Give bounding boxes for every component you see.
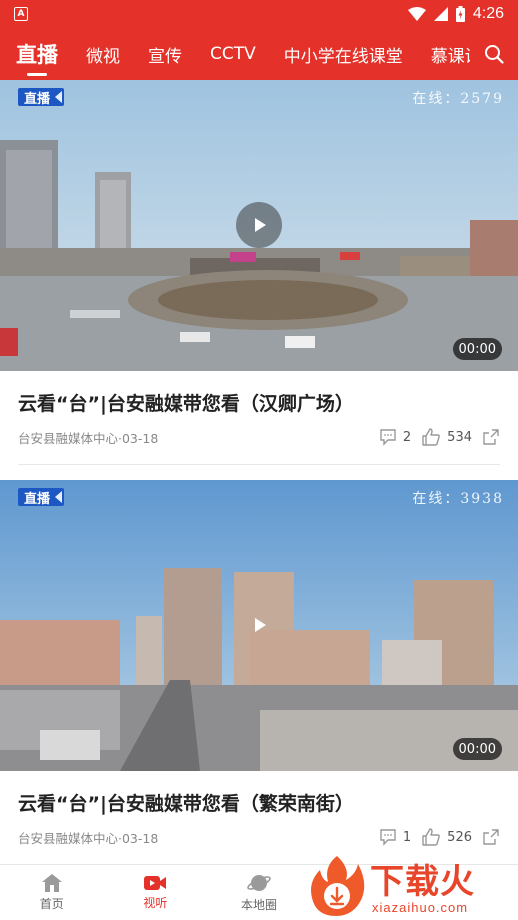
video-source: 台安县融媒体中心·03-18 — [18, 430, 159, 446]
like-icon[interactable] — [421, 827, 441, 847]
video-title[interactable]: 云看“台”|台安融媒带您看（汉卿广场） — [18, 389, 354, 416]
video-icon — [144, 876, 167, 890]
tab-micro-video[interactable]: 微视 — [86, 28, 120, 80]
video-title[interactable]: 云看“台”|台安融媒带您看（繁荣南街） — [18, 789, 354, 816]
live-badge: 直播 — [18, 488, 65, 507]
home-icon — [41, 874, 62, 892]
like-count: 534 — [447, 429, 472, 445]
video-source: 台安县融媒体中心·03-18 — [18, 830, 159, 846]
video-card[interactable]: 直播 在线：3938 00:00 云看“台”|台安融媒带您看（繁荣南街） 台安县… — [0, 480, 518, 880]
nav-item-home[interactable]: 首页 — [0, 865, 104, 920]
signal-icon — [433, 7, 448, 21]
nav-label: 首页 — [39, 897, 64, 911]
video-meta: 台安县融媒体中心·03-18 2 534 — [18, 426, 500, 448]
like-count: 526 — [447, 829, 472, 845]
tab-live[interactable]: 直播 — [16, 28, 58, 80]
search-icon — [485, 45, 504, 64]
planet-icon — [247, 875, 271, 891]
play-button[interactable] — [236, 602, 282, 648]
video-thumbnail[interactable]: 直播 在线：3938 00:00 — [0, 480, 518, 771]
wifi-icon — [407, 7, 426, 21]
play-icon — [255, 618, 266, 632]
video-card[interactable]: 直播 在线：2579 00:00 云看“台”|台安融媒带您看（汉卿广场） 台安县… — [0, 80, 518, 480]
video-stats: 2 534 — [379, 427, 500, 447]
play-button[interactable] — [236, 202, 282, 248]
comment-icon[interactable] — [379, 828, 397, 846]
status-bar: A 4:26 — [0, 0, 518, 28]
tab-cctv[interactable]: CCTV — [210, 28, 256, 80]
watermark: 下载火 xiazaihuo.com — [300, 852, 518, 920]
comment-icon[interactable] — [379, 428, 397, 446]
comment-count: 1 — [402, 829, 412, 845]
play-icon — [255, 218, 266, 232]
status-icons: 4:26 — [407, 5, 504, 23]
nav-label: 本地圈 — [240, 898, 277, 912]
channel-tabs: 直播 微视 宣传 CCTV 中小学在线课堂 慕课讲堂 — [0, 28, 470, 80]
video-feed: 直播 在线：2579 00:00 云看“台”|台安融媒带您看（汉卿广场） 台安县… — [0, 80, 518, 880]
nav-item-video[interactable]: 视听 — [104, 865, 208, 920]
tab-publicity[interactable]: 宣传 — [148, 28, 182, 80]
tab-online-classroom[interactable]: 中小学在线课堂 — [284, 28, 403, 80]
live-badge: 直播 — [18, 88, 65, 107]
watermark-url: xiazaihuo.com — [372, 900, 469, 915]
video-stats: 1 526 — [379, 827, 500, 847]
comment-count: 2 — [402, 429, 412, 445]
video-duration: 00:00 — [452, 338, 502, 360]
like-icon[interactable] — [421, 427, 441, 447]
share-icon[interactable] — [482, 428, 500, 446]
nav-item-local-circle[interactable]: 本地圈 — [207, 865, 311, 920]
search-button[interactable] — [470, 28, 518, 80]
flame-logo-icon — [311, 856, 365, 916]
tab-mooc[interactable]: 慕课讲堂 — [431, 28, 470, 80]
online-count: 在线：3938 — [412, 491, 504, 507]
watermark-text: 下载火 — [370, 862, 475, 902]
nav-label: 视听 — [143, 896, 168, 910]
battery-icon — [455, 6, 465, 22]
online-count: 在线：2579 — [412, 91, 504, 107]
share-icon[interactable] — [482, 828, 500, 846]
video-duration: 00:00 — [452, 738, 502, 760]
video-thumbnail[interactable]: 直播 在线：2579 00:00 — [0, 80, 518, 371]
video-meta: 台安县融媒体中心·03-18 1 526 — [18, 826, 500, 848]
channel-tab-bar: 直播 微视 宣传 CCTV 中小学在线课堂 慕课讲堂 — [0, 28, 518, 80]
status-time: 4:26 — [472, 5, 504, 22]
app-notification-icon: A — [14, 7, 28, 21]
